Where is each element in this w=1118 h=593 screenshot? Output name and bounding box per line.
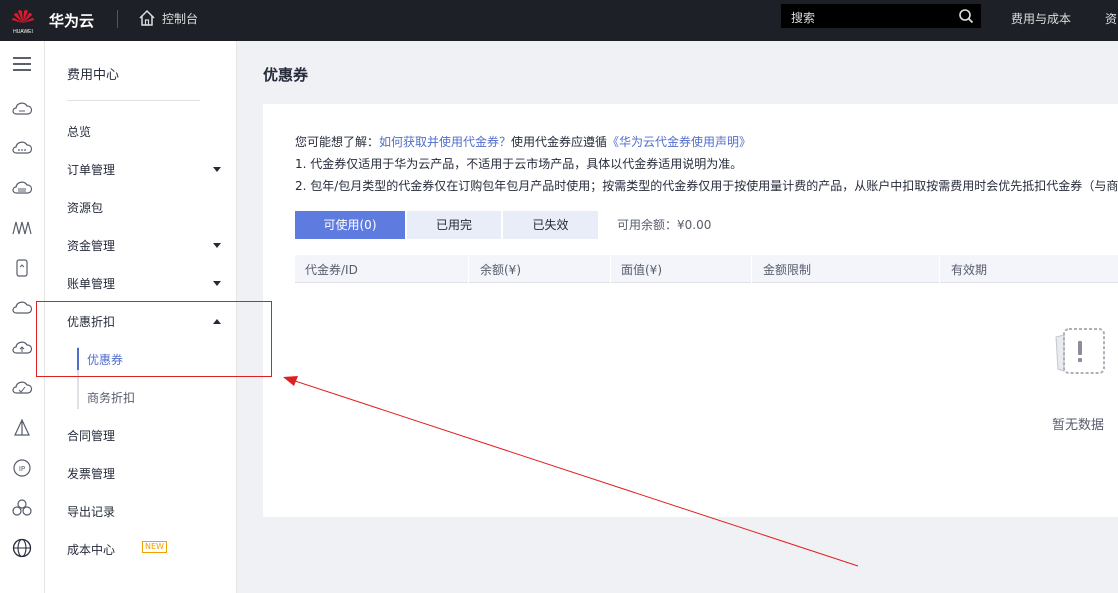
cost-menu-link[interactable]: 费用与成本 (1011, 10, 1071, 27)
cloud-check-icon[interactable] (11, 377, 33, 399)
annotation-highlight-box (36, 301, 272, 377)
page-title: 优惠券 (263, 66, 309, 84)
sidebar-subitem-business-discount[interactable]: 商务折扣 (87, 389, 135, 406)
sidebar-item-invoices[interactable]: 发票管理 (67, 465, 115, 482)
search-placeholder: 搜索 (791, 11, 816, 25)
cluster-icon[interactable] (11, 497, 33, 519)
empty-coupon-icon (1055, 328, 1105, 374)
svg-text:IP: IP (19, 465, 25, 473)
sidebar-item-funds[interactable]: 资金管理 (67, 237, 115, 254)
cloud-icon[interactable] (11, 297, 33, 319)
cloud-upload-icon[interactable] (11, 337, 33, 359)
new-badge: NEW (142, 541, 167, 553)
chevron-down-icon[interactable] (213, 281, 221, 286)
column-header-amount-limit[interactable]: 金额限制 (763, 261, 811, 278)
tab-available[interactable]: 可使用(0) (295, 211, 405, 239)
sidebar-item-orders[interactable]: 订单管理 (67, 161, 115, 178)
sidebar-title: 费用中心 (67, 68, 120, 83)
cloud-server-icon[interactable] (11, 98, 33, 120)
sidebar-item-overview[interactable]: 总览 (67, 123, 91, 140)
column-header-balance[interactable]: 余额(¥) (480, 261, 521, 278)
column-divider (939, 255, 940, 283)
hamburger-menu-icon[interactable] (11, 53, 33, 75)
mobile-device-icon[interactable] (11, 257, 33, 279)
sidebar-item-export-records[interactable]: 导出记录 (67, 503, 115, 520)
divider (117, 10, 118, 28)
cloud-dots-icon[interactable] (11, 137, 33, 159)
sidebar-item-cost-center[interactable]: 成本中心 (67, 541, 115, 558)
column-divider (751, 255, 752, 283)
search-icon[interactable] (958, 8, 974, 24)
home-icon[interactable] (138, 9, 156, 27)
tips-line-1: 1. 代金券仅适用于华为云产品，不适用于云市场产品，具体以代金券适用说明为准。 (295, 157, 743, 171)
column-divider (468, 255, 469, 283)
brand-name[interactable]: 华为云 (49, 10, 94, 31)
empty-data-text: 暂无数据 (1052, 418, 1105, 433)
resource-menu-link[interactable]: 资 (1105, 10, 1118, 27)
column-header-coupon-id[interactable]: 代金券/ID (305, 261, 358, 278)
tab-expired[interactable]: 已失效 (503, 211, 598, 239)
console-link[interactable]: 控制台 (162, 10, 198, 27)
search-input[interactable]: 搜索 (781, 4, 981, 28)
tower-icon[interactable] (11, 417, 33, 439)
globe-icon[interactable] (11, 537, 33, 559)
network-icon[interactable] (11, 217, 33, 239)
sidebar-item-contracts[interactable]: 合同管理 (67, 427, 115, 444)
huawei-logo-icon[interactable]: HUAWEI (8, 5, 38, 35)
available-balance: 可用余额：¥0.00 (617, 218, 712, 232)
column-header-face-value[interactable]: 面值(¥) (621, 261, 662, 278)
how-to-get-coupon-link[interactable]: 如何获取并使用代金券？ (379, 135, 511, 149)
top-navbar: HUAWEI 华为云 控制台 搜索 费用与成本 资 (0, 0, 1118, 41)
chevron-down-icon[interactable] (213, 167, 221, 172)
tips-prefix: 您可能想了解： (295, 135, 380, 149)
sidebar-item-packages[interactable]: 资源包 (67, 199, 103, 216)
coupon-table-header: 代金券/ID 余额(¥) 面值(¥) 金额限制 有效期 (295, 255, 1118, 283)
cloud-database-icon[interactable] (11, 177, 33, 199)
divider (67, 100, 200, 101)
sidebar-item-bills[interactable]: 账单管理 (67, 275, 115, 292)
tips-line-2: 2. 包年/包月类型的代金券仅在订购包年包月产品时使用；按需类型的代金券仅用于按… (295, 179, 1118, 193)
logo-text: HUAWEI (13, 29, 33, 35)
coupon-statement-link[interactable]: 《华为云代金券使用声明》 (607, 135, 751, 149)
tips-line-intro: 您可能想了解：如何获取并使用代金券？使用代金券应遵循《华为云代金券使用声明》 (295, 133, 751, 150)
tab-used-up[interactable]: 已用完 (407, 211, 501, 239)
column-header-validity[interactable]: 有效期 (951, 261, 987, 278)
column-divider (610, 255, 611, 283)
chevron-down-icon[interactable] (213, 243, 221, 248)
ip-address-icon[interactable]: IP (11, 457, 33, 479)
tips-mid: 使用代金券应遵循 (511, 135, 608, 149)
coupon-panel: 您可能想了解：如何获取并使用代金券？使用代金券应遵循《华为云代金券使用声明》 1… (263, 104, 1118, 517)
